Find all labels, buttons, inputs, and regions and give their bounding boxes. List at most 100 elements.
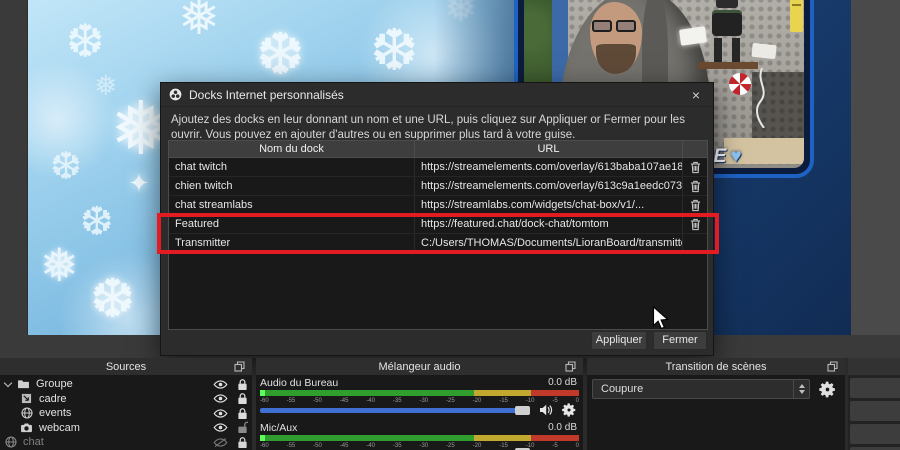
dialog-description: Ajoutez des docks en leur donnant un nom…: [171, 114, 685, 141]
snowflake-icon: [178, 0, 220, 42]
gear-icon[interactable]: [561, 402, 577, 418]
globe-icon: [20, 407, 33, 419]
volume-slider[interactable]: [260, 408, 529, 413]
mixer-panel-header[interactable]: Mélangeur audio: [256, 358, 583, 375]
person-glasses: [590, 20, 640, 32]
red-highlight-annotation: [157, 213, 719, 254]
sources-panel-header[interactable]: Sources: [0, 358, 252, 375]
dock-url-cell[interactable]: https://streamelements.com/overlay/613c9…: [415, 177, 683, 195]
yellow-sticker: [790, 0, 803, 32]
speaker-icon[interactable]: [539, 404, 553, 416]
transition-spinner[interactable]: [793, 380, 809, 398]
lock-icon[interactable]: [237, 436, 248, 449]
scene-transitions-panel: Transition de scènes Coupure: [587, 358, 845, 450]
transitions-panel-header[interactable]: Transition de scènes: [587, 358, 845, 375]
delete-dock-button[interactable]: [683, 180, 707, 193]
snowflake-icon: [66, 18, 105, 64]
meter-scale: -60 -55 -50 -45 -40 -35 -30 -25 -20 -15 -10 -5 0: [260, 443, 579, 449]
gear-icon[interactable]: [818, 380, 837, 399]
spinner-up-icon: [798, 384, 805, 388]
obs-window: SE♥ Docks Internet personnalisés × Ajout…: [0, 0, 900, 450]
lock-icon[interactable]: [237, 392, 248, 405]
mouse-cursor: [652, 306, 669, 330]
snowflake-icon: [80, 202, 114, 242]
eye-icon[interactable]: [213, 423, 228, 432]
delete-dock-button[interactable]: [683, 161, 707, 174]
window-right-margin: [851, 0, 900, 335]
folder-icon: [17, 379, 30, 389]
source-row-cadre[interactable]: cadre: [0, 392, 252, 407]
control-button[interactable]: [850, 401, 900, 421]
trash-icon: [690, 161, 701, 174]
dialog-titlebar[interactable]: Docks Internet personnalisés ×: [161, 83, 713, 107]
dock-popout-icon[interactable]: [827, 361, 838, 372]
column-header-name: Nom du dock: [169, 141, 415, 157]
control-button[interactable]: [850, 424, 900, 444]
delete-dock-button[interactable]: [683, 199, 707, 212]
window-left-margin: [0, 0, 28, 335]
transition-selected-value: Coupure: [601, 383, 644, 395]
dock-name-cell[interactable]: chat streamlabs: [169, 196, 415, 214]
transition-select[interactable]: Coupure: [592, 379, 810, 399]
channel-db: 0.0 dB: [548, 377, 577, 388]
lock-icon[interactable]: [237, 378, 248, 391]
dock-url-cell[interactable]: https://streamelements.com/overlay/613ba…: [415, 158, 683, 176]
dock-name-cell[interactable]: chien twitch: [169, 177, 415, 195]
control-button[interactable]: [850, 378, 900, 398]
close-button[interactable]: Fermer: [653, 331, 707, 350]
sparkle-icon: [128, 170, 150, 196]
table-row[interactable]: chat twitch https://streamelements.com/o…: [169, 158, 707, 177]
column-header-url: URL: [415, 141, 683, 157]
snowflake-icon: [256, 26, 305, 84]
chevron-down-icon[interactable]: [3, 378, 13, 387]
dock-popout-icon[interactable]: [234, 361, 245, 372]
snowflake-icon: [50, 148, 82, 186]
column-header-delete: [683, 141, 707, 157]
sources-panel-title: Sources: [105, 360, 147, 373]
heart-icon: ♥: [730, 146, 743, 167]
volume-slider-handle[interactable]: [515, 406, 530, 415]
trash-icon: [690, 180, 701, 193]
channel-name: Audio du Bureau: [260, 377, 339, 389]
dock-url-cell[interactable]: https://streamlabs.com/widgets/chat-box/…: [415, 196, 683, 214]
eye-icon[interactable]: [213, 380, 228, 389]
table-header: Nom du dock URL: [169, 141, 707, 158]
meter-scale: -60 -55 -50 -45 -40 -35 -30 -25 -20 -15 -10 -5 0: [260, 398, 579, 404]
spinner-down-icon: [798, 390, 805, 394]
transitions-panel-title: Transition de scènes: [665, 360, 767, 373]
volume-meter: [260, 435, 579, 441]
robot-figure: [706, 0, 750, 64]
eye-icon[interactable]: [213, 409, 228, 418]
snowflake-icon: [40, 242, 79, 288]
controls-panel-header[interactable]: [848, 358, 900, 375]
eye-icon[interactable]: [213, 394, 228, 403]
table-row[interactable]: chien twitch https://streamelements.com/…: [169, 177, 707, 196]
source-row-webcam[interactable]: webcam: [0, 421, 252, 436]
snowflake-icon: [370, 22, 419, 80]
close-icon[interactable]: ×: [687, 87, 705, 103]
obs-logo-icon: [169, 88, 182, 101]
source-row-groupe[interactable]: Groupe: [0, 377, 252, 392]
studio-light: [751, 42, 777, 60]
volume-meter: [260, 390, 579, 396]
camera-icon: [20, 423, 33, 433]
dialog-footer: Appliquer Fermer: [161, 328, 713, 355]
sources-panel: Sources Groupe cadre events webcam chat: [0, 358, 252, 450]
snowflake-icon: [90, 272, 135, 326]
lock-open-icon[interactable]: [237, 421, 248, 434]
crop-arrow-icon: [20, 393, 33, 404]
apply-button[interactable]: Appliquer: [591, 331, 647, 350]
source-row-chat[interactable]: chat: [0, 435, 252, 450]
cable: [756, 68, 765, 128]
audio-mixer-panel: Mélangeur audio Audio du Bureau 0.0 dB -…: [256, 358, 583, 450]
channel-name: Mic/Aux: [260, 422, 298, 434]
eye-off-icon[interactable]: [213, 438, 228, 447]
source-row-events[interactable]: events: [0, 406, 252, 421]
controls-panel: [848, 358, 900, 450]
trash-icon: [690, 199, 701, 212]
dialog-title: Docks Internet personnalisés: [189, 87, 344, 102]
dock-popout-icon[interactable]: [565, 361, 576, 372]
lock-icon[interactable]: [237, 407, 248, 420]
dock-name-cell[interactable]: chat twitch: [169, 158, 415, 176]
mixer-panel-title: Mélangeur audio: [378, 360, 461, 373]
